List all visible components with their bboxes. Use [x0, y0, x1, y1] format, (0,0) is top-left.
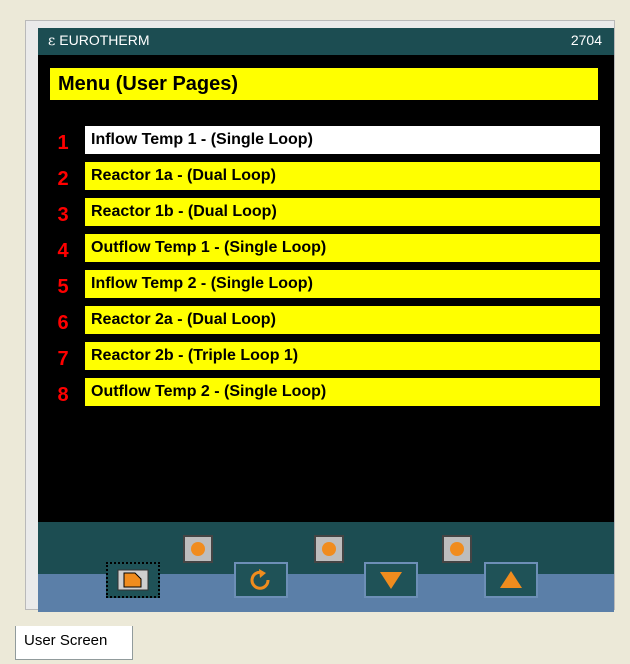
menu-item-5[interactable]: 5 Inflow Temp 2 - (Single Loop) — [38, 270, 614, 300]
raise-button[interactable] — [484, 562, 538, 598]
softkey-2-button[interactable] — [314, 535, 344, 563]
menu-item-number: 4 — [57, 240, 69, 262]
menu-screen: Menu (User Pages) 1 Inflow Temp 1 - (Sin… — [38, 55, 614, 522]
softkey-3-button[interactable] — [442, 535, 472, 563]
scroll-button[interactable] — [234, 562, 288, 598]
orange-dot-icon — [322, 542, 336, 556]
menu-item-8[interactable]: 8 Outflow Temp 2 - (Single Loop) — [38, 378, 614, 408]
menu-item-number: 7 — [57, 348, 69, 370]
model-number: 2704 — [570, 32, 602, 48]
menu-item-number: 6 — [57, 312, 69, 334]
menu-item-label: Reactor 2a - (Dual Loop) — [85, 306, 600, 334]
menu-item-number: 3 — [57, 204, 69, 226]
menu-item-label: Reactor 2b - (Triple Loop 1) — [85, 342, 600, 370]
menu-item-label: Outflow Temp 2 - (Single Loop) — [85, 378, 600, 406]
brand-label: ε EUROTHERM — [48, 28, 150, 54]
menu-item-6[interactable]: 6 Reactor 2a - (Dual Loop) — [38, 306, 614, 336]
menu-item-number: 1 — [57, 132, 69, 154]
arrow-up-icon — [500, 571, 522, 588]
menu-item-label: Inflow Temp 1 - (Single Loop) — [85, 126, 600, 154]
orange-dot-icon — [191, 542, 205, 556]
menu-title: Menu (User Pages) — [50, 68, 598, 100]
menu-item-label: Reactor 1b - (Dual Loop) — [85, 198, 600, 226]
menu-item-2[interactable]: 2 Reactor 1a - (Dual Loop) — [38, 162, 614, 192]
lower-button[interactable] — [364, 562, 418, 598]
page-button[interactable] — [106, 562, 160, 598]
softkey-1-button[interactable] — [183, 535, 213, 563]
navigation-row — [38, 562, 614, 612]
menu-item-label: Inflow Temp 2 - (Single Loop) — [85, 270, 600, 298]
titlebar: ε EUROTHERM 2704 — [38, 28, 614, 53]
brand-text: EUROTHERM — [59, 32, 150, 48]
menu-item-3[interactable]: 3 Reactor 1b - (Dual Loop) — [38, 198, 614, 228]
arrow-down-icon — [380, 572, 402, 589]
menu-item-number: 2 — [57, 168, 69, 190]
orange-dot-icon — [450, 542, 464, 556]
menu-item-4[interactable]: 4 Outflow Temp 1 - (Single Loop) — [38, 234, 614, 264]
tab-bar: User Screen — [0, 626, 630, 664]
page-icon — [117, 569, 149, 591]
menu-item-label: Outflow Temp 1 - (Single Loop) — [85, 234, 600, 262]
controller-display: ε EUROTHERM 2704 Menu (User Pages) 1 Infl… — [38, 28, 614, 612]
menu-item-number: 5 — [57, 276, 69, 298]
menu-item-number: 8 — [57, 384, 69, 406]
menu-item-label: Reactor 1a - (Dual Loop) — [85, 162, 600, 190]
scroll-icon — [250, 569, 270, 590]
menu-item-7[interactable]: 7 Reactor 2b - (Triple Loop 1) — [38, 342, 614, 372]
menu-item-1[interactable]: 1 Inflow Temp 1 - (Single Loop) — [38, 126, 614, 156]
tab-user-screen[interactable]: User Screen — [15, 626, 133, 660]
eurotherm-logo-icon: ε — [48, 33, 56, 49]
